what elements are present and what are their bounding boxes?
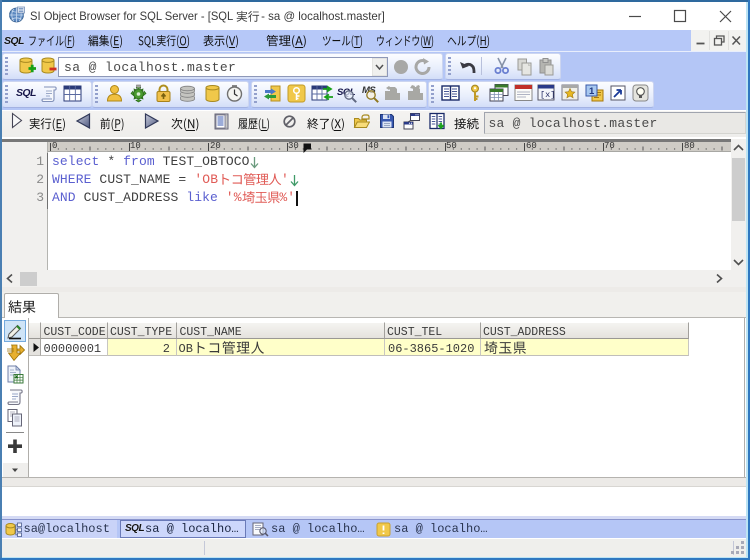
svg-text:[x]: [x]	[540, 90, 555, 100]
svg-text:1: 1	[589, 86, 595, 97]
